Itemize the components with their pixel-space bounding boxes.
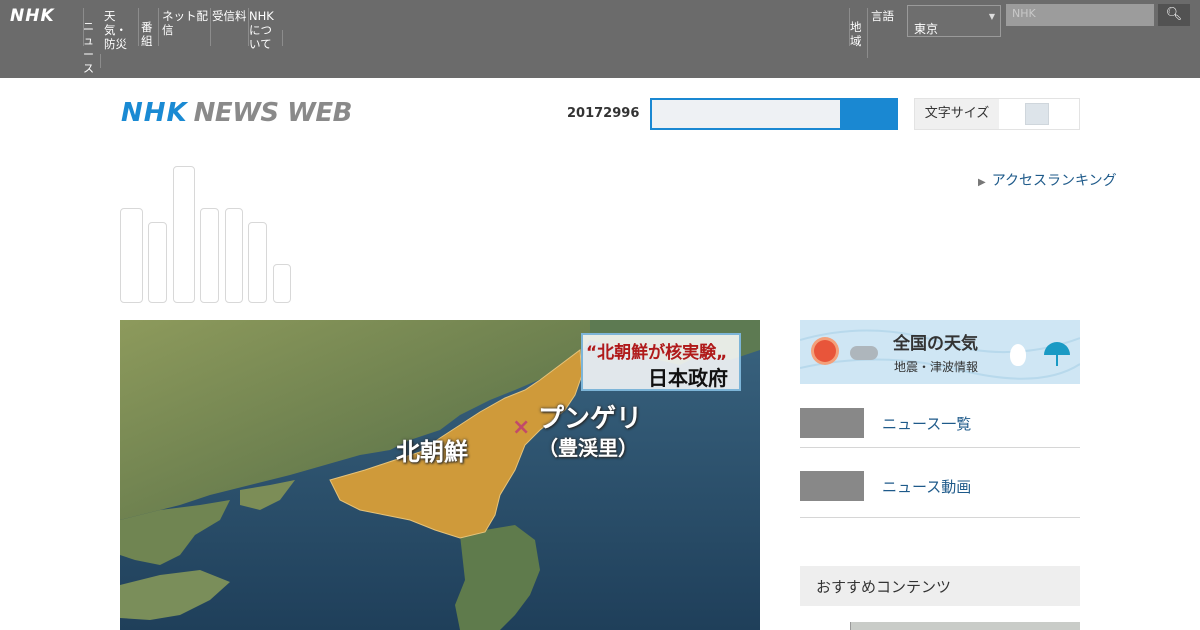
map-country-label: 北朝鮮 xyxy=(396,438,468,466)
nhk-global-logo[interactable]: NHK xyxy=(10,6,55,26)
search-icon: 🔍︎ xyxy=(1165,7,1183,22)
category-tab[interactable] xyxy=(273,264,291,303)
site-search-button[interactable] xyxy=(842,98,898,130)
site-search-input[interactable] xyxy=(650,98,842,130)
sidebar-item-news-video[interactable]: ニュース動画 xyxy=(800,454,1080,518)
nav-item-streaming[interactable]: ネット配信 xyxy=(162,9,208,37)
global-top-bar: NHK ニュース 天気・防災 番組 ネット配信 受信料 NHKについて 地域 言… xyxy=(0,0,1200,78)
triangle-right-icon: ▶ xyxy=(978,177,986,188)
sun-icon xyxy=(814,340,836,362)
nav-divider xyxy=(282,30,283,46)
sidebar-content-thumbnail[interactable] xyxy=(850,622,1080,630)
map-place-label: プンゲリ xyxy=(538,404,643,434)
news-web-logo[interactable]: NHK NEWS WEB xyxy=(121,98,352,132)
nav-item-news[interactable]: ニュース xyxy=(83,20,99,76)
caption-title: “北朝鮮が核実験„ xyxy=(586,343,728,363)
nav-item-about[interactable]: NHKについて xyxy=(249,9,281,51)
nav-item-programs[interactable]: 番組 xyxy=(141,20,157,48)
region-select-value: 東京 xyxy=(914,22,939,36)
nav-divider xyxy=(210,8,211,46)
umbrella-handle xyxy=(1056,354,1058,366)
region-link[interactable]: 地域 xyxy=(850,20,866,48)
caption-source: 日本政府 xyxy=(648,366,728,390)
weather-banner[interactable]: 全国の天気 地震・津波情報 xyxy=(800,320,1080,384)
top-news-image[interactable]: × “北朝鮮が核実験„ 日本政府 プンゲリ （豊渓里） 北朝鮮 xyxy=(120,320,760,630)
map-place-kanji: （豊渓里） xyxy=(538,436,638,460)
cloud-icon xyxy=(850,346,878,360)
logo-newsweb-text: NEWS WEB xyxy=(193,98,353,128)
category-tab[interactable] xyxy=(120,208,143,303)
access-ranking-link[interactable]: ▶ アクセスランキング xyxy=(978,170,1117,190)
global-search-input[interactable]: NHK xyxy=(1006,4,1154,26)
toggle-knob xyxy=(1025,103,1049,125)
sidebar-item-label[interactable]: ニュース動画 xyxy=(882,476,971,497)
sidebar-item-news-list[interactable]: ニュース一覧 xyxy=(800,384,1080,448)
nav-divider xyxy=(100,54,101,68)
category-tab[interactable] xyxy=(248,222,267,303)
sidebar-item-label[interactable]: ニュース一覧 xyxy=(882,413,971,434)
region-select[interactable]: 東京 ▼ xyxy=(907,5,1001,37)
nav-divider xyxy=(158,8,159,46)
access-ranking-label: アクセスランキング xyxy=(991,173,1117,189)
weather-subtitle: 地震・津波情報 xyxy=(894,360,979,374)
svg-text:×: × xyxy=(512,415,530,440)
text-size-label: 文字サイズ xyxy=(924,106,990,121)
chevron-down-icon: ▼ xyxy=(988,12,995,21)
category-tab[interactable] xyxy=(173,166,195,303)
nav-item-weather[interactable]: 天気・防災 xyxy=(104,9,138,51)
category-tab[interactable] xyxy=(225,208,243,303)
category-tab[interactable] xyxy=(200,208,219,303)
toggle-switch[interactable] xyxy=(999,99,1079,129)
text-size-toggle[interactable]: 文字サイズ xyxy=(914,98,1080,130)
snowman-icon xyxy=(1010,344,1026,366)
logo-nhk-text: NHK xyxy=(121,98,188,128)
nav-item-fee[interactable]: 受信料 xyxy=(212,9,248,23)
language-link[interactable]: 言語 xyxy=(871,9,905,23)
sidebar-thumb xyxy=(800,408,864,438)
nav-divider xyxy=(138,8,139,46)
nav-divider xyxy=(867,8,868,58)
sidebar-thumb xyxy=(800,471,864,501)
weather-title: 全国の天気 xyxy=(893,334,978,354)
sidebar-section-heading: おすすめコンテンツ xyxy=(800,566,1080,606)
date-display: 20172996 xyxy=(567,106,640,121)
category-tab[interactable] xyxy=(148,222,167,303)
global-search-button[interactable]: 🔍︎ xyxy=(1158,4,1190,26)
